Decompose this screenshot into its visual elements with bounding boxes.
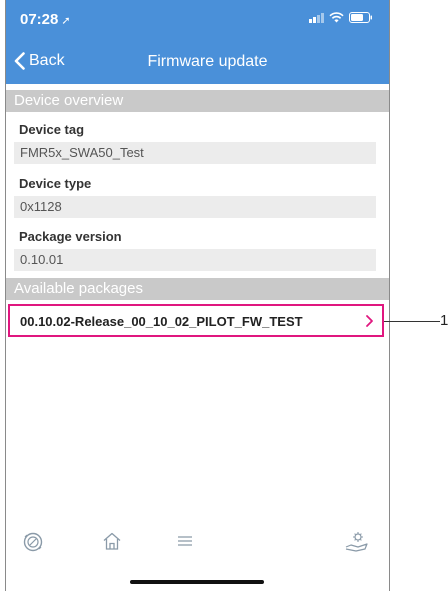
device-tag-value: FMR5x_SWA50_Test: [14, 142, 376, 164]
status-bar: 07:28 ➚: [6, 0, 389, 42]
signal-icon: [309, 12, 324, 23]
status-icons: [309, 12, 373, 23]
phone-screen: 07:28 ➚ Back Firmware update Device over…: [5, 0, 390, 591]
package-name: 00.10.02-Release_00_10_02_PILOT_FW_TEST: [20, 314, 303, 329]
wifi-icon: [329, 12, 344, 23]
package-version-label: Package version: [19, 229, 122, 244]
callout-number: 1: [440, 312, 448, 329]
location-icon: ➚: [61, 15, 71, 27]
status-time: 07:28 ➚: [20, 11, 71, 28]
nav-bar: Back Firmware update: [6, 42, 389, 84]
battery-icon: [349, 12, 372, 23]
device-type-value: 0x1128: [14, 196, 376, 218]
menu-icon[interactable]: [177, 531, 193, 551]
chevron-right-icon: [366, 315, 373, 327]
device-type-label: Device type: [19, 176, 92, 191]
package-version-value: 0.10.01: [14, 249, 376, 271]
page-title: Firmware update: [147, 53, 268, 70]
package-list-item[interactable]: 00.10.02-Release_00_10_02_PILOT_FW_TEST: [8, 304, 384, 337]
device-icon[interactable]: [22, 531, 44, 553]
home-indicator[interactable]: [130, 580, 264, 584]
tab-bar: [6, 519, 389, 569]
device-tag-label: Device tag: [19, 122, 85, 137]
callout-line: [384, 321, 440, 322]
home-icon[interactable]: [102, 531, 122, 551]
section-header-device-overview: Device overview: [6, 90, 389, 112]
hand-gear-icon[interactable]: [345, 531, 369, 553]
section-header-available-packages: Available packages: [6, 278, 389, 300]
time-text: 07:28: [20, 11, 59, 28]
